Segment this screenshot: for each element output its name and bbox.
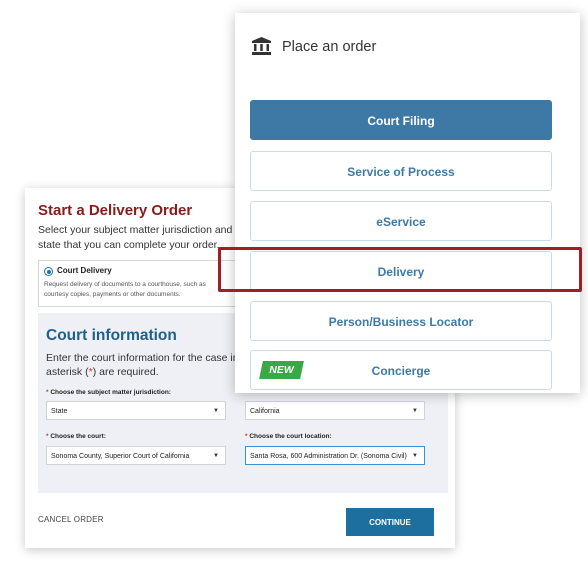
chevron-down-icon: ▼ <box>412 453 418 459</box>
continue-button[interactable]: CONTINUE <box>346 508 434 536</box>
concierge-button[interactable]: NEW Concierge <box>250 350 552 390</box>
form-intro: Select your subject matter jurisdiction … <box>38 224 233 251</box>
court-filing-button[interactable]: Court Filing <box>250 100 552 140</box>
court-location-select[interactable]: Santa Rosa, 600 Administration Dr. (Sono… <box>245 446 425 465</box>
jurisdiction-select[interactable]: State ▼ <box>46 401 226 420</box>
court-heading: Court information <box>46 327 177 344</box>
new-badge: NEW <box>259 361 304 379</box>
jurisdiction-label: * Choose the subject matter jurisdiction… <box>46 389 171 396</box>
court-location-label: * Choose the court location: <box>245 433 332 440</box>
chevron-down-icon: ▼ <box>213 408 219 414</box>
form-title: Start a Delivery Order <box>38 202 193 219</box>
person-business-locator-button[interactable]: Person/Business Locator <box>250 301 552 341</box>
menu-header: Place an order <box>235 13 580 83</box>
option-description: Request delivery of documents to a court… <box>44 281 206 298</box>
chevron-down-icon: ▼ <box>412 408 418 414</box>
courthouse-icon <box>252 37 271 55</box>
court-label: * Choose the court: <box>46 433 106 440</box>
state-select[interactable]: California ▼ <box>245 401 425 420</box>
place-order-menu: Place an order Court Filing Service of P… <box>235 13 580 393</box>
chevron-down-icon: ▼ <box>213 453 219 459</box>
court-select[interactable]: Sonoma County, Superior Court of Califor… <box>46 446 226 465</box>
concierge-label: Concierge <box>371 364 431 378</box>
radio-selected[interactable] <box>44 267 53 276</box>
menu-title: Place an order <box>282 39 377 55</box>
delivery-highlight-frame <box>218 247 582 292</box>
cancel-order-link[interactable]: CANCEL ORDER <box>38 515 104 524</box>
option-label: Court Delivery <box>57 266 112 275</box>
court-description: Enter the court information for the case… <box>46 352 255 378</box>
service-of-process-button[interactable]: Service of Process <box>250 151 552 191</box>
eservice-button[interactable]: eService <box>250 201 552 241</box>
